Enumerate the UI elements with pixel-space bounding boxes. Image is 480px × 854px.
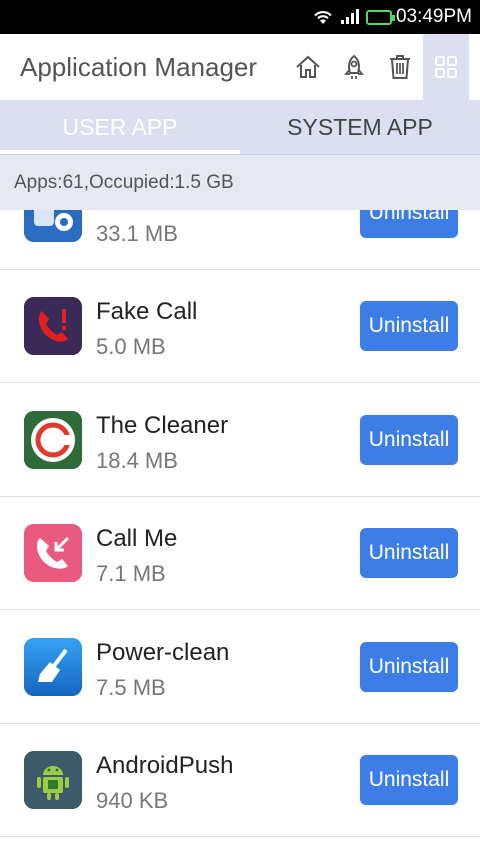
cleaner-ring-icon [24, 411, 82, 469]
broom-icon [24, 638, 82, 696]
app-size: 940 KB [96, 788, 169, 813]
uninstall-button[interactable]: Uninstall [360, 528, 458, 578]
blue-gear-app-icon [24, 210, 82, 242]
call-me-phone-icon [24, 524, 82, 582]
app-name: Call Me [96, 525, 178, 552]
app-name: Fake Call [96, 298, 198, 325]
list-item[interactable]: The Cleaner 18.4 MB Uninstall [0, 384, 480, 497]
uninstall-button[interactable]: Uninstall [360, 642, 458, 692]
app-size: 7.1 MB [96, 561, 166, 586]
tab-system-app[interactable]: SYSTEM APP [240, 100, 480, 154]
app-name: AndroidPush [96, 752, 234, 779]
app-size: 7.5 MB [96, 675, 166, 700]
grid-view-icon[interactable] [423, 34, 469, 100]
status-bar: 03:49PM [0, 0, 480, 34]
list-item[interactable]: 33.1 MB Uninstall [0, 210, 480, 270]
uninstall-button[interactable]: Uninstall [360, 415, 458, 465]
signal-icon [340, 9, 360, 25]
app-list[interactable]: 33.1 MB Uninstall Fake Call 5.0 MB Unins… [0, 210, 480, 854]
fake-call-icon [24, 297, 82, 355]
trash-icon[interactable] [377, 34, 423, 100]
uninstall-button[interactable]: Uninstall [360, 301, 458, 351]
tab-bar: USER APP SYSTEM APP [0, 100, 480, 154]
status-time: 03:49PM [395, 6, 472, 27]
app-name: The Cleaner [96, 412, 229, 439]
page-title: Application Manager [20, 51, 258, 82]
storage-summary: Apps:61,Occupied:1.5 GB [0, 154, 480, 210]
app-name: Power-clean [96, 639, 230, 666]
tab-user-app[interactable]: USER APP [0, 100, 240, 154]
rocket-boost-icon[interactable] [331, 34, 377, 100]
list-item[interactable]: AndroidPush 940 KB Uninstall [0, 724, 480, 837]
app-size: 5.0 MB [96, 334, 166, 359]
home-icon[interactable] [285, 34, 331, 100]
list-item[interactable]: Call Me 7.1 MB Uninstall [0, 497, 480, 610]
list-item[interactable]: Fake Call 5.0 MB Uninstall [0, 270, 480, 383]
title-bar: Application Manager [0, 34, 480, 100]
wifi-icon [312, 9, 334, 25]
app-size: 18.4 MB [96, 448, 178, 473]
uninstall-button[interactable]: Uninstall [360, 755, 458, 805]
battery-icon [365, 9, 395, 25]
android-robot-icon [24, 751, 82, 809]
app-size: 33.1 MB [96, 221, 178, 246]
list-item[interactable]: Power-clean 7.5 MB Uninstall [0, 611, 480, 724]
uninstall-button[interactable]: Uninstall [360, 210, 458, 238]
